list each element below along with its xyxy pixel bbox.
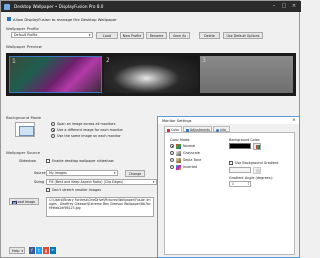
color-mode-normal-radio[interactable] (170, 144, 174, 148)
allow-manage-label: Allow DisplayFusion to manage the Deskto… (13, 16, 117, 22)
new-profile-button[interactable]: New Profile (120, 31, 144, 39)
background-mode-icon (15, 122, 35, 137)
color-tab-panel: Color Mode: Normal Grayscale Sepia Tone … (164, 132, 295, 255)
close-icon[interactable]: × (292, 118, 296, 123)
enable-slideshow-checkbox[interactable] (46, 159, 50, 163)
gradient-angle-label: Gradient Angle (degrees): (229, 176, 273, 180)
source-select-value: My Images (49, 171, 67, 175)
chevron-down-icon: ▾ (88, 33, 91, 37)
use-gradient-checkbox[interactable] (229, 161, 233, 165)
title-bar: Desktop Wallpaper • DisplayFusion Pro 8.… (1, 1, 301, 12)
color-mode-sepia-label: Sepia Tone (183, 157, 202, 162)
monitor-1-number: 1 (12, 58, 16, 65)
use-default-options-button[interactable]: Use Default Options (223, 31, 263, 39)
monitor-settings-title: Monitor Settings (162, 118, 192, 123)
help-label: Help (12, 249, 20, 253)
maximize-icon[interactable]: □ (281, 3, 287, 9)
gradient-angle-value: 0 (232, 182, 235, 186)
background-mode-section: Background Mode (6, 115, 42, 120)
profile-select[interactable]: Default Profile ▾ (11, 32, 93, 38)
same-image-radio[interactable] (51, 134, 55, 138)
monitor-2-number: 2 (106, 57, 110, 64)
load-image-label: Load Image (16, 200, 36, 204)
chevron-down-icon: ▾ (21, 249, 23, 253)
background-color-label: Background Color: (229, 138, 261, 142)
load-profile-button[interactable]: Load (96, 31, 118, 39)
delete-profile-button[interactable]: Delete (199, 31, 220, 39)
sizing-select-value: Fill (Best and Keep Aspect Ratio) (Clip … (49, 180, 124, 184)
inverted-swatch-icon (176, 164, 181, 170)
dont-stretch-label: Don't stretch smaller images (52, 187, 102, 192)
gradient-color-picker-button[interactable] (253, 166, 261, 174)
color-mode-inverted-label: Inverted (183, 164, 198, 169)
google-plus-icon[interactable]: g (43, 247, 49, 254)
color-mode-inverted-radio[interactable] (170, 165, 174, 169)
window-title: Desktop Wallpaper • DisplayFusion Pro 8.… (14, 4, 104, 9)
monitor-3-preview[interactable]: 3 (200, 56, 293, 93)
image-path-box[interactable]: C:\Users\Binary Fortress\OneDrive\Pictur… (46, 197, 154, 217)
chevron-down-icon: ▾ (152, 180, 155, 184)
minimize-icon[interactable]: – (271, 3, 277, 9)
monitor-3-number: 3 (202, 57, 206, 64)
same-image-label: Use the same image on each monitor (57, 133, 121, 138)
load-image-button[interactable]: Load Image (9, 198, 39, 205)
color-picker-icon (256, 169, 260, 173)
background-color-swatch[interactable] (229, 143, 251, 149)
close-icon[interactable]: × (291, 3, 297, 9)
different-image-radio[interactable] (51, 128, 55, 132)
desktop-wallpaper-window: Desktop Wallpaper • DisplayFusion Pro 8.… (0, 0, 301, 258)
spinner-arrows-icon[interactable]: ▴ ▾ (248, 182, 249, 186)
monitor-2-preview[interactable]: 2 (104, 56, 198, 93)
source-select[interactable]: My Images ▾ (46, 170, 118, 176)
monitor-settings-dialog: Monitor Settings × Color Adjustments Inf… (157, 116, 300, 258)
wallpaper-profile-section: Wallpaper Profile (6, 26, 39, 31)
sepia-swatch-icon (176, 157, 181, 163)
save-as-profile-button[interactable]: Save As (169, 31, 190, 39)
color-mode-label: Color Mode: (170, 138, 191, 142)
facebook-icon[interactable]: f (29, 247, 35, 254)
enable-slideshow-label: Enable desktop wallpaper slideshow (52, 158, 114, 163)
different-image-label: Use a different image for each monitor (57, 127, 123, 132)
gradient-angle-input[interactable]: 0 ▴ ▾ (229, 181, 251, 187)
monitor-1-preview[interactable]: 1 (9, 56, 102, 93)
gradient-color-swatch[interactable] (229, 167, 251, 173)
sizing-label: Sizing (34, 180, 45, 184)
monitor-settings-titlebar: Monitor Settings × (158, 117, 299, 124)
sizing-select[interactable]: Fill (Best and Keep Aspect Ratio) (Clip … (46, 179, 157, 185)
change-source-button[interactable]: Change (125, 169, 145, 177)
color-picker-icon (256, 145, 260, 149)
color-mode-grayscale-label: Grayscale (183, 150, 200, 155)
app-icon (4, 3, 10, 10)
image-icon (11, 200, 17, 204)
color-mode-normal-label: Normal (183, 143, 196, 148)
color-mode-grayscale-radio[interactable] (170, 151, 174, 155)
color-picker-button[interactable] (253, 142, 261, 150)
wallpaper-source-section: Wallpaper Source (6, 150, 41, 155)
span-image-radio[interactable] (51, 122, 55, 126)
dont-stretch-checkbox[interactable] (46, 188, 50, 192)
allow-manage-checkbox[interactable] (7, 17, 11, 21)
profile-select-value: Default Profile (14, 33, 38, 37)
normal-swatch-icon (176, 143, 181, 149)
slideshow-label: Slideshow (19, 158, 37, 163)
wallpaper-preview-section: Wallpaper Preview (6, 44, 42, 49)
use-gradient-label: Use Background Gradient (235, 160, 279, 165)
source-label: Source (34, 171, 46, 175)
linkedin-icon[interactable]: in (50, 247, 56, 254)
grayscale-swatch-icon (176, 150, 181, 156)
rename-profile-button[interactable]: Rename (146, 31, 167, 39)
color-mode-sepia-radio[interactable] (170, 158, 174, 162)
span-image-label: Span an image across all monitors (57, 121, 116, 126)
help-button[interactable]: Help ▾ (9, 247, 25, 254)
twitter-icon[interactable]: t (36, 247, 42, 254)
chevron-down-icon: ▾ (113, 171, 116, 175)
